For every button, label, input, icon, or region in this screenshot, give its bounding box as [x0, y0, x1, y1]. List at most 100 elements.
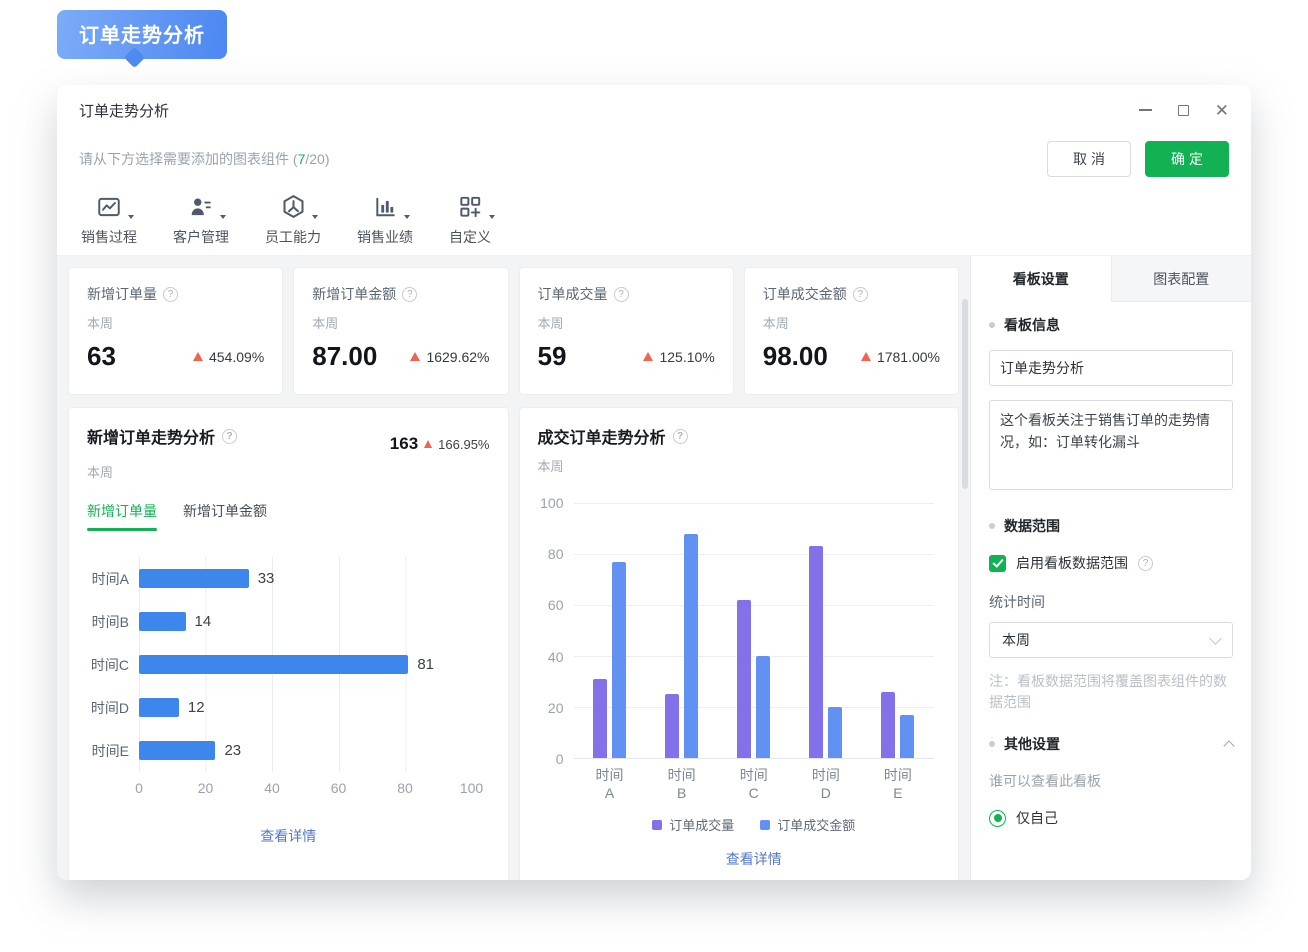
- prompt-text: 请从下方选择需要添加的图表组件 (: [79, 151, 298, 167]
- toolbar-item-label: 销售过程: [81, 227, 137, 247]
- line-chart-icon: [92, 191, 126, 222]
- hbar-bar[interactable]: [139, 612, 186, 631]
- hbar-plot: 3314811223: [139, 557, 472, 772]
- toolbar-item-custom[interactable]: 自定义: [449, 191, 491, 255]
- up-triangle-icon: [424, 440, 432, 448]
- help-icon[interactable]: ?: [614, 287, 629, 302]
- only-me-radio[interactable]: [989, 810, 1006, 827]
- hbar-bar[interactable]: [139, 741, 215, 760]
- hbar-bar[interactable]: [139, 569, 249, 588]
- vbar-bar[interactable]: [756, 656, 770, 758]
- summary-delta: 166.95%: [438, 437, 489, 452]
- help-icon[interactable]: ?: [402, 287, 417, 302]
- hbar-value: 33: [258, 570, 275, 587]
- toolbar-item-label: 客户管理: [173, 227, 229, 247]
- stat-card-value: 59: [538, 341, 567, 372]
- cancel-button[interactable]: 取消: [1047, 141, 1131, 177]
- vbar-bar[interactable]: [881, 692, 895, 758]
- stat-card-delta-value: 125.10%: [659, 349, 714, 365]
- board-description-textarea[interactable]: 这个看板关注于销售订单的走势情况，如：订单转化漏斗: [989, 400, 1233, 490]
- legend-swatch: [652, 820, 662, 830]
- vbar-category: 时间B: [646, 767, 718, 802]
- vbar-bar[interactable]: [612, 562, 626, 758]
- vbar-category: 时间E: [862, 767, 934, 802]
- dialog-actions: 取消 确定: [1047, 141, 1229, 177]
- vbar-bar[interactable]: [665, 694, 679, 758]
- legend-item[interactable]: 订单成交量: [652, 815, 734, 834]
- stat-card-delta: 1781.00%: [861, 349, 940, 365]
- toolbar-item-employee-ability[interactable]: 员工能力: [265, 191, 321, 255]
- stat-card-delta: 454.09%: [193, 349, 264, 365]
- vbar-bar[interactable]: [737, 600, 751, 758]
- close-icon[interactable]: ✕: [1215, 102, 1229, 119]
- chevron-down-icon: [312, 215, 318, 219]
- toolbar-item-label: 销售业绩: [357, 227, 413, 247]
- vbar-yaxis: 100806040200: [538, 503, 574, 759]
- stat-card: 新增订单金额 ? 本周 87.00 1629.62%: [293, 267, 508, 395]
- hbar-xaxis: 020406080100: [139, 780, 472, 800]
- vbar-bar[interactable]: [828, 707, 842, 758]
- chart-title-text: 成交订单走势分析: [538, 424, 666, 448]
- minimize-icon[interactable]: [1139, 109, 1152, 111]
- view-details-link[interactable]: 查看详情: [87, 826, 490, 846]
- help-icon[interactable]: ?: [1138, 556, 1153, 571]
- hbar-xtick: 60: [331, 780, 347, 796]
- enable-data-range-row: 启用看板数据范围 ?: [989, 553, 1233, 573]
- visibility-label: 谁可以查看此看板: [989, 771, 1233, 791]
- legend-item[interactable]: 订单成交金额: [760, 815, 855, 834]
- component-count-prompt: 请从下方选择需要添加的图表组件 (7/20): [79, 149, 329, 169]
- scrollbar[interactable]: [962, 299, 968, 489]
- hbar-category: 时间B: [87, 600, 139, 643]
- hbar-bar[interactable]: [139, 655, 408, 674]
- chevron-up-icon[interactable]: [1223, 740, 1234, 751]
- tab-new-order-count[interactable]: 新增订单量: [87, 501, 157, 531]
- hbar-xtick: 80: [397, 780, 413, 796]
- enable-data-range-checkbox[interactable]: [989, 555, 1006, 572]
- vbar-group: [790, 503, 862, 758]
- view-details-link[interactable]: 查看详情: [574, 849, 935, 869]
- dialog-header-row: 请从下方选择需要添加的图表组件 (7/20) 取消 确定: [57, 127, 1251, 183]
- chart-title-text: 新增订单走势分析: [87, 424, 215, 448]
- stat-card-title-text: 订单成交量: [538, 284, 608, 304]
- stat-card-delta-value: 454.09%: [209, 349, 264, 365]
- select-value: 本周: [1002, 630, 1030, 650]
- vbar-bar[interactable]: [684, 534, 698, 758]
- hbar-row: 81: [139, 643, 472, 686]
- section-other-settings: 其他设置: [989, 734, 1233, 754]
- hbar-row: 14: [139, 600, 472, 643]
- chevron-down-icon: [220, 215, 226, 219]
- stat-card-title: 订单成交金额 ?: [763, 284, 940, 304]
- chart-card-deal-order-trend: 成交订单走势分析 ? 本周 100806040200 时间A时间B时间C时间D时…: [519, 407, 960, 880]
- board-name-input[interactable]: [989, 350, 1233, 386]
- hbar-label-col: 时间A时间B时间C时间D时间E: [87, 557, 139, 772]
- help-icon[interactable]: ?: [163, 287, 178, 302]
- vbar-bar[interactable]: [900, 715, 914, 758]
- hbar-axis-row: 020406080100: [87, 780, 490, 800]
- customer-icon: [184, 191, 218, 222]
- vbar-bar[interactable]: [809, 546, 823, 758]
- tab-chart-config[interactable]: 图表配置: [1111, 256, 1252, 302]
- stat-card-title: 新增订单金额 ?: [312, 284, 489, 304]
- toolbar-item-sales-process[interactable]: 销售过程: [81, 191, 137, 255]
- hbar-bar[interactable]: [139, 698, 179, 717]
- section-data-range: 数据范围: [989, 516, 1233, 536]
- toolbar-item-sales-performance[interactable]: 销售业绩: [357, 191, 413, 255]
- vbar-group: [574, 503, 646, 758]
- help-icon[interactable]: ?: [222, 429, 237, 444]
- help-icon[interactable]: ?: [853, 287, 868, 302]
- stat-time-select[interactable]: 本周: [989, 622, 1233, 658]
- maximize-icon[interactable]: [1178, 105, 1189, 116]
- vbar-group: [718, 503, 790, 758]
- stat-card-period: 本周: [538, 313, 715, 332]
- stat-card-title-text: 新增订单金额: [312, 284, 396, 304]
- tab-new-order-amount[interactable]: 新增订单金额: [183, 501, 267, 531]
- stat-card: 新增订单量 ? 本周 63 454.09%: [68, 267, 283, 395]
- confirm-button[interactable]: 确定: [1145, 141, 1229, 177]
- help-icon[interactable]: ?: [673, 429, 688, 444]
- tab-board-settings[interactable]: 看板设置: [971, 256, 1111, 302]
- vbar-bar[interactable]: [593, 679, 607, 758]
- chart-period: 本周: [538, 456, 941, 475]
- vbar-chart: 100806040200 时间A时间B时间C时间D时间E 订单成交量订单成交金额…: [538, 503, 941, 869]
- hbar-xtick: 20: [198, 780, 214, 796]
- toolbar-item-customer-management[interactable]: 客户管理: [173, 191, 229, 255]
